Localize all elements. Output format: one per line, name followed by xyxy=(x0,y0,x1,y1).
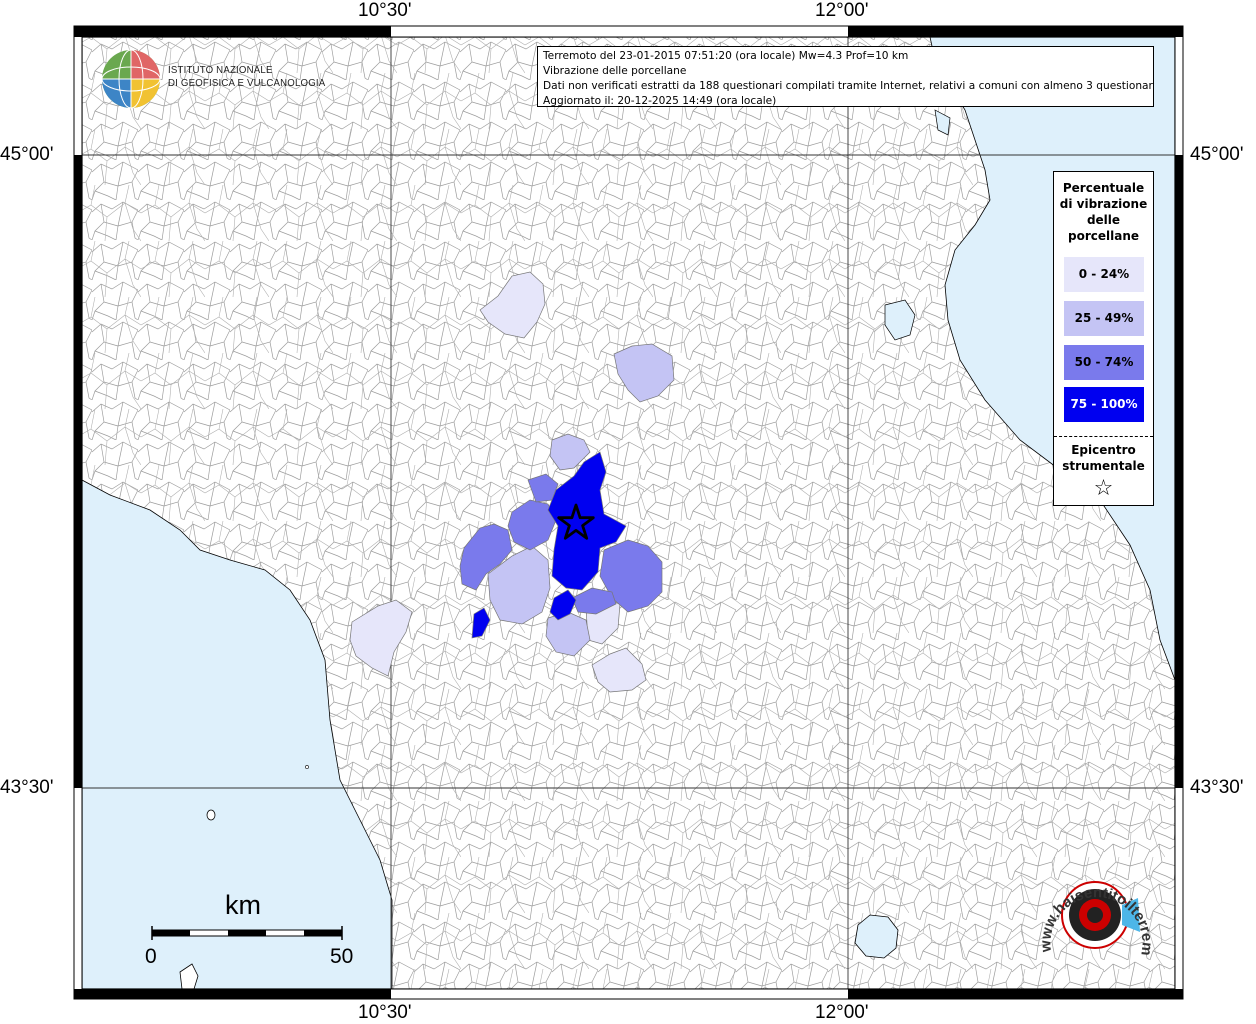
haisentito-badge: www.haisentitoilterremoto.it xyxy=(1020,858,1156,957)
tick-top-left: 10°30' xyxy=(358,0,412,21)
scale-max-label: 50 xyxy=(330,945,354,968)
legend: Percentuale di vibrazione delle porcella… xyxy=(1053,171,1154,506)
legend-swatch-3: 75 - 100% xyxy=(1064,387,1144,422)
tick-top-right: 12°00' xyxy=(815,0,869,21)
legend-swatch-2: 50 - 74% xyxy=(1064,345,1144,380)
event-info-line4: Aggiornato il: 20-12-2025 14:49 (ora loc… xyxy=(543,95,777,107)
island-small xyxy=(206,809,216,821)
badge-text: www.haisentitoilterremoto.it xyxy=(1020,858,1156,957)
legend-title-line4: porcellane xyxy=(1067,229,1139,243)
legend-epicenter-line2: strumentale xyxy=(1062,459,1145,473)
tick-left-lower: 43°30' xyxy=(0,777,54,798)
legend-epicenter-label: Epicentro strumentale xyxy=(1054,442,1153,474)
tick-left-upper: 45°00' xyxy=(0,144,54,165)
legend-title-line1: Percentuale xyxy=(1062,181,1145,195)
tick-right-upper: 45°00' xyxy=(1190,144,1244,165)
legend-star-icon: ☆ xyxy=(1093,476,1114,501)
event-info-box: Terremoto del 23-01-2015 07:51:20 (ora l… xyxy=(537,46,1154,107)
legend-swatch-0: 0 - 24% xyxy=(1064,257,1144,292)
tick-bottom-left: 10°30' xyxy=(358,1002,412,1023)
legend-title-line2: di vibrazione xyxy=(1059,197,1148,211)
legend-title: Percentuale di vibrazione delle porcella… xyxy=(1054,172,1153,244)
legend-epicenter-line1: Epicentro xyxy=(1071,443,1136,457)
tick-right-lower: 43°30' xyxy=(1190,777,1244,798)
event-info-line2: Vibrazione delle porcellane xyxy=(543,65,687,77)
svg-text:www.haisentitoilterremoto.it: www.haisentitoilterremoto.it xyxy=(1020,858,1156,957)
legend-swatch-1: 25 - 49% xyxy=(1064,301,1144,336)
scale-min-label: 0 xyxy=(145,945,157,968)
scale-title: km xyxy=(225,890,261,920)
event-info-line1: Terremoto del 23-01-2015 07:51:20 (ora l… xyxy=(543,50,909,62)
ingv-logo-globe xyxy=(101,49,161,109)
island-tiny xyxy=(305,765,309,769)
legend-separator xyxy=(1054,436,1153,437)
ingv-logo-text: ISTITUTO NAZIONALE DI GEOFISICA E VULCAN… xyxy=(168,64,325,90)
event-info-line3: Dati non verificati estratti da 188 ques… xyxy=(543,80,1154,92)
ingv-logo-line2: DI GEOFISICA E VULCANOLOGIA xyxy=(168,77,326,89)
tick-bottom-right: 12°00' xyxy=(815,1002,869,1023)
legend-title-line3: delle xyxy=(1086,213,1121,227)
ingv-logo-line1: ISTITUTO NAZIONALE xyxy=(168,64,273,76)
